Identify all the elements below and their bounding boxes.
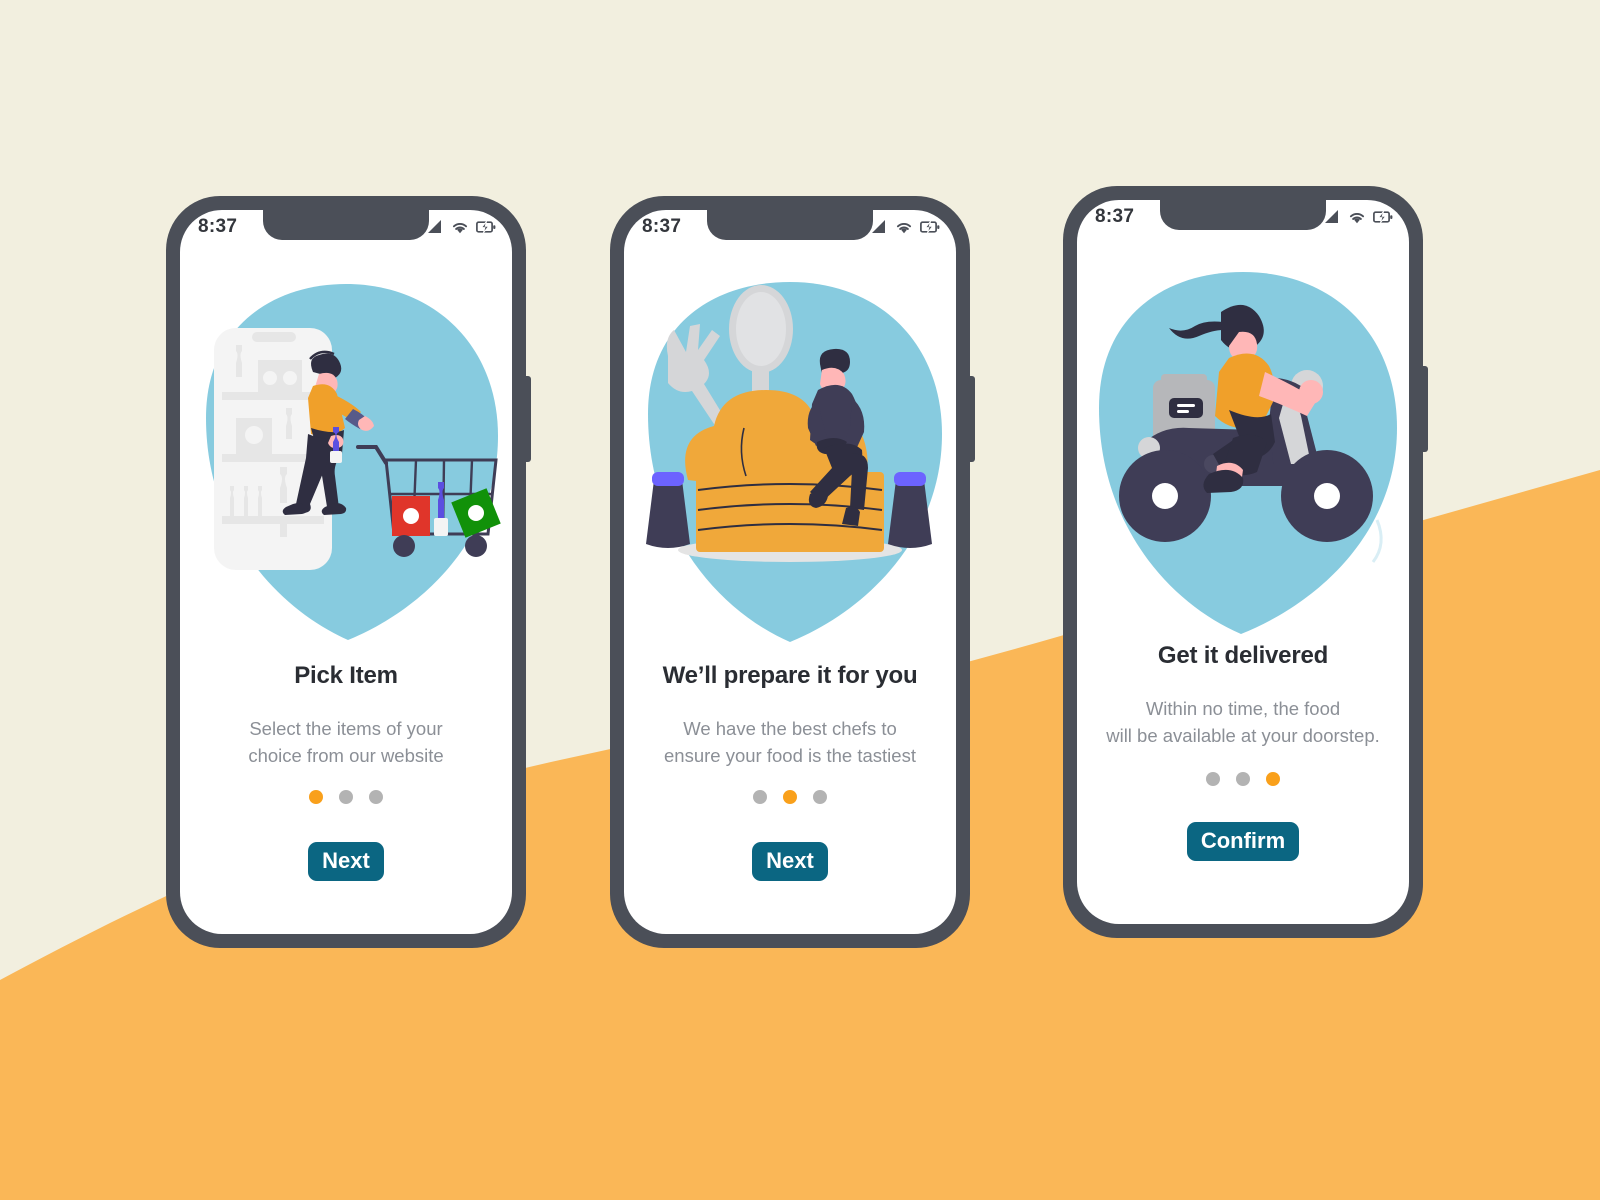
pagination-dot-2[interactable]	[1236, 772, 1250, 786]
page-subtitle: Within no time, the food will be availab…	[1091, 696, 1395, 750]
phone-side-button[interactable]	[969, 376, 975, 462]
chef-hat-illustration	[624, 268, 956, 660]
signal-icon	[428, 220, 441, 233]
pagination-dots[interactable]	[624, 790, 956, 804]
subtitle-line: Within no time, the food	[1145, 698, 1341, 719]
status-icon-group	[427, 220, 496, 234]
onboarding-mockup-stage: 8:37 Pick Item Select the items of your …	[0, 0, 1600, 1200]
pagination-dot-2[interactable]	[339, 790, 353, 804]
scooter-delivery-illustration	[1077, 258, 1409, 650]
cta-row: Confirm	[1077, 822, 1409, 862]
pagination-dot-3[interactable]	[813, 790, 827, 804]
phone-screen: 8:37	[1077, 200, 1409, 924]
subtitle-line: choice from our website	[248, 744, 444, 766]
cta-row: Next	[624, 842, 956, 882]
status-icon-group	[871, 220, 940, 234]
status-icon-group	[1324, 210, 1393, 224]
pagination-dot-1[interactable]	[1206, 772, 1220, 786]
pagination-dots[interactable]	[1077, 772, 1409, 786]
subtitle-line: Select the items of your	[249, 718, 443, 739]
wifi-icon	[896, 222, 912, 234]
phone-side-button[interactable]	[1422, 366, 1428, 452]
phone-mockup-delivered: 8:37 Get it delivered Within no time, th…	[1063, 186, 1428, 938]
page-title: We’ll prepare it for you	[662, 662, 918, 689]
status-bar: 8:37	[624, 210, 956, 244]
page-subtitle: Select the items of your choice from our…	[194, 716, 498, 770]
signal-icon	[1325, 210, 1338, 223]
phone-group: 8:37 Pick Item Select the items of your …	[0, 0, 1600, 1200]
phone-screen: 8:37	[180, 210, 512, 934]
screen-copy: We’ll prepare it for you We have the bes…	[624, 662, 956, 770]
pagination-dot-1[interactable]	[753, 790, 767, 804]
status-time: 8:37	[1095, 206, 1135, 227]
confirm-button[interactable]: Confirm	[1186, 822, 1300, 862]
phone-side-button[interactable]	[525, 376, 531, 462]
shopping-cart-illustration	[180, 268, 512, 660]
page-title: Get it delivered	[1157, 642, 1329, 669]
status-bar: 8:37	[180, 210, 512, 244]
battery-charging-icon	[1373, 210, 1393, 224]
blob-accent-line	[1371, 519, 1383, 563]
phone-mockup-pick-item: 8:37 Pick Item Select the items of your …	[166, 196, 531, 948]
pagination-dot-1[interactable]	[309, 790, 323, 804]
pagination-dot-2[interactable]	[783, 790, 797, 804]
next-button[interactable]: Next	[308, 842, 384, 882]
pagination-dot-3[interactable]	[1266, 772, 1280, 786]
battery-charging-icon	[920, 220, 940, 234]
screen-copy: Get it delivered Within no time, the foo…	[1077, 642, 1409, 750]
cta-row: Next	[180, 842, 512, 882]
wifi-icon	[1349, 212, 1365, 224]
subtitle-line: We have the best chefs to	[683, 718, 897, 739]
status-time: 8:37	[642, 216, 682, 237]
phone-screen: 8:37	[624, 210, 956, 934]
page-subtitle: We have the best chefs to ensure your fo…	[638, 716, 942, 770]
screen-copy: Pick Item Select the items of your choic…	[180, 662, 512, 770]
battery-charging-icon	[476, 220, 496, 234]
next-button[interactable]: Next	[752, 842, 828, 882]
phone-mockup-prepare: 8:37 We’ll prepare it for you We have th…	[610, 196, 975, 948]
page-title: Pick Item	[294, 662, 398, 689]
wifi-icon	[452, 222, 468, 234]
signal-icon	[872, 220, 885, 233]
subtitle-line: will be available at your doorstep.	[1106, 724, 1380, 746]
subtitle-line: ensure your food is the tastiest	[664, 744, 916, 766]
pagination-dots[interactable]	[180, 790, 512, 804]
pagination-dot-3[interactable]	[369, 790, 383, 804]
status-bar: 8:37	[1077, 200, 1409, 234]
status-time: 8:37	[198, 216, 238, 237]
